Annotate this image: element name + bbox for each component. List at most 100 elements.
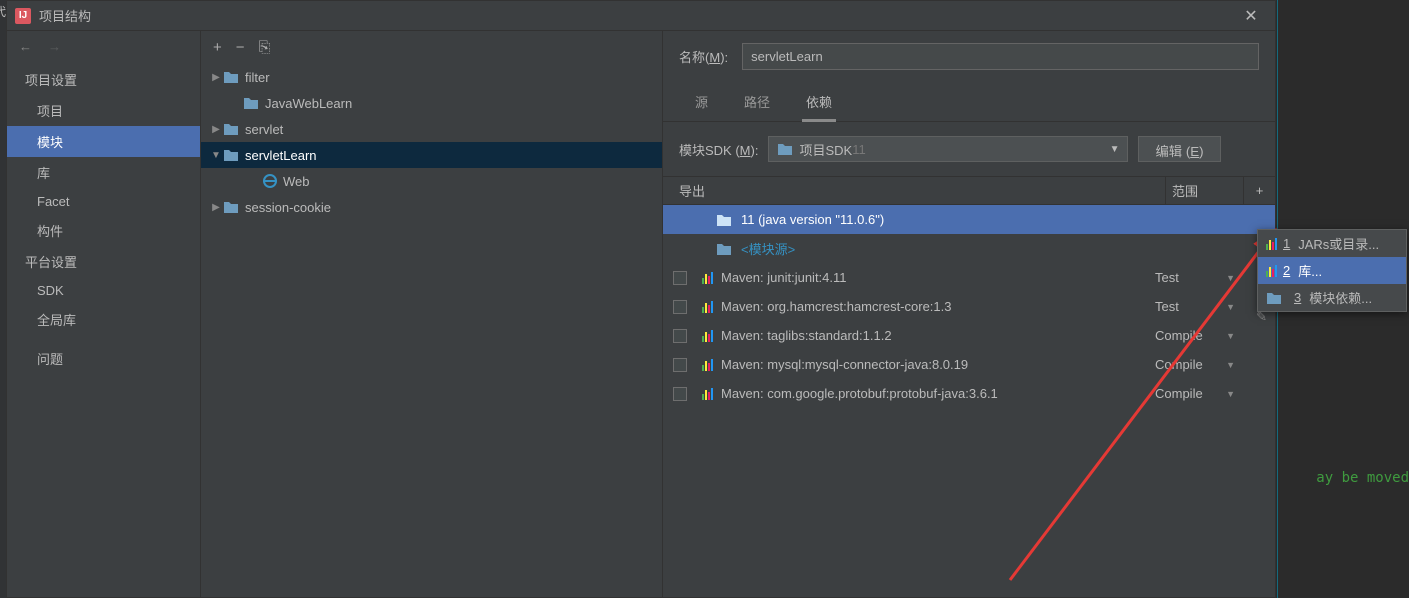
add-module-icon[interactable]: + <box>213 39 222 56</box>
library-icon <box>1266 238 1277 250</box>
remove-module-icon[interactable]: − <box>236 39 245 56</box>
popup-item-JARs或目录[interactable]: 1 JARs或目录... <box>1258 230 1406 257</box>
dependency-scope[interactable]: Test▼ <box>1155 270 1243 285</box>
titlebar-title: 项目结构 <box>39 6 1235 25</box>
sidebar-item-artifacts[interactable]: 构件 <box>7 215 200 246</box>
dependency-scope[interactable]: Compile▼ <box>1155 386 1243 401</box>
sidebar-item-libraries[interactable]: 库 <box>7 157 200 188</box>
folder-icon <box>1266 291 1282 305</box>
library-icon <box>1266 265 1277 277</box>
tab-sources[interactable]: 源 <box>691 84 712 121</box>
export-checkbox[interactable] <box>673 358 687 372</box>
dependency-row[interactable]: <模块源> <box>663 234 1275 263</box>
popup-item-label: JARs或目录... <box>1298 234 1379 253</box>
sidebar-item-problems[interactable]: 问题 <box>7 343 200 374</box>
chevron-down-icon: ▼ <box>1226 302 1235 312</box>
tree-item-label: servletLearn <box>245 148 317 163</box>
sidebar-item-modules[interactable]: 模块 <box>7 126 200 157</box>
library-icon <box>702 272 713 284</box>
folder-icon <box>223 148 239 162</box>
dependency-row[interactable]: Maven: org.hamcrest:hamcrest-core:1.3Tes… <box>663 292 1275 321</box>
popup-item-库[interactable]: 2库... <box>1258 257 1406 284</box>
module-sdk-select[interactable]: 项目SDK 11 ▼ <box>768 136 1128 162</box>
sidebar-item-global-libs[interactable]: 全局库 <box>7 304 200 335</box>
tree-item-label: filter <box>245 70 270 85</box>
add-dependency-button[interactable]: + <box>1243 177 1275 204</box>
folder-icon <box>716 213 732 227</box>
sidebar-item-project[interactable]: 项目 <box>7 95 200 126</box>
folder-icon <box>243 96 259 110</box>
folder-icon <box>223 70 239 84</box>
export-checkbox[interactable] <box>673 300 687 314</box>
library-icon <box>702 330 713 342</box>
dependency-scope[interactable]: Compile▼ <box>1155 328 1243 343</box>
tab-dependencies[interactable]: 依赖 <box>802 84 836 122</box>
dependency-row[interactable]: Maven: mysql:mysql-connector-java:8.0.19… <box>663 350 1275 379</box>
chevron-down-icon: ▼ <box>1226 331 1235 341</box>
tree-row-session-cookie[interactable]: ▶ session-cookie <box>201 194 662 220</box>
folder-icon <box>777 142 793 156</box>
project-structure-dialog: IJ 项目结构 ✕ ← → 项目设置 项目 模块 库 Facet 构件 平台设置… <box>6 0 1276 598</box>
dependency-row[interactable]: 11 (java version "11.0.6") <box>663 205 1275 234</box>
edit-sdk-button[interactable]: 编辑 (E) <box>1138 136 1220 162</box>
export-checkbox[interactable] <box>673 271 687 285</box>
nav-forward-icon: → <box>44 37 65 56</box>
tree-row-servletlearn[interactable]: ▼ servletLearn <box>201 142 662 168</box>
export-checkbox[interactable] <box>673 387 687 401</box>
tree-arrow-icon[interactable]: ▶ <box>209 72 223 83</box>
tree-row-filter[interactable]: ▶ filter <box>201 64 662 90</box>
dependency-name: 11 (java version "11.0.6") <box>737 212 1155 227</box>
export-checkbox[interactable] <box>673 329 687 343</box>
tree-toolbar: + − ⎘ <box>201 31 662 64</box>
tree-item-label: JavaWebLearn <box>265 96 352 111</box>
sidebar-heading-project: 项目设置 <box>7 64 200 95</box>
tree-item-label: Web <box>283 174 310 189</box>
nav-back-icon[interactable]: ← <box>15 37 36 56</box>
add-dependency-popup: 1 JARs或目录... 2库...3模块依赖... <box>1257 229 1407 312</box>
dependency-row[interactable]: Maven: junit:junit:4.11Test▼ <box>663 263 1275 292</box>
module-detail-panel: 名称(M): 源 路径 依赖 模块SDK (M): 项目SDK 11 ▼ 编辑 … <box>663 31 1275 597</box>
chevron-down-icon: ▼ <box>1110 144 1120 155</box>
folder-icon <box>223 200 239 214</box>
module-tabs: 源 路径 依赖 <box>663 84 1275 122</box>
sidebar-item-sdks[interactable]: SDK <box>7 277 200 304</box>
module-tree-panel: + − ⎘ ▶filter▶JavaWebLearn▶servlet▼servl… <box>201 31 663 597</box>
close-icon[interactable]: ✕ <box>1235 6 1267 26</box>
library-icon <box>702 359 713 371</box>
chevron-down-icon: ▼ <box>1226 389 1235 399</box>
sidebar-item-facets[interactable]: Facet <box>7 188 200 215</box>
tree-row-javaweblearn[interactable]: ▶JavaWebLearn <box>201 90 662 116</box>
col-export-header: 导出 <box>663 181 1165 200</box>
library-icon <box>702 301 713 313</box>
popup-item-模块依赖[interactable]: 3模块依赖... <box>1258 284 1406 311</box>
dependency-scope[interactable]: Test▼ <box>1155 299 1243 314</box>
titlebar: IJ 项目结构 ✕ <box>7 1 1275 31</box>
dependency-row[interactable]: Maven: taglibs:standard:1.1.2Compile▼ <box>663 321 1275 350</box>
module-name-input[interactable] <box>742 43 1259 70</box>
dependency-scope[interactable]: Compile▼ <box>1155 357 1243 372</box>
tree-arrow-icon[interactable]: ▶ <box>209 202 223 213</box>
editor-background-text: ay be moved <box>1316 470 1409 486</box>
tree-row-web[interactable]: ▶Web <box>201 168 662 194</box>
tree-item-label: servlet <box>245 122 283 137</box>
popup-mnemonic: 1 <box>1283 236 1290 251</box>
dependency-row[interactable]: Maven: com.google.protobuf:protobuf-java… <box>663 379 1275 408</box>
dependency-name: Maven: mysql:mysql-connector-java:8.0.19 <box>717 357 1155 372</box>
tree-arrow-icon[interactable]: ▶ <box>209 124 223 135</box>
popup-item-label: 库... <box>1298 261 1322 280</box>
col-scope-header: 范围 <box>1165 177 1243 204</box>
tree-item-label: session-cookie <box>245 200 331 215</box>
dependency-name: Maven: junit:junit:4.11 <box>717 270 1155 285</box>
tree-arrow-icon[interactable]: ▼ <box>209 150 223 161</box>
popup-item-label: 模块依赖... <box>1309 288 1372 307</box>
tab-paths[interactable]: 路径 <box>740 84 774 121</box>
sidebar-heading-platform: 平台设置 <box>7 246 200 277</box>
tree-row-servlet[interactable]: ▶ servlet <box>201 116 662 142</box>
dependency-name: Maven: org.hamcrest:hamcrest-core:1.3 <box>717 299 1155 314</box>
name-label: 名称(M): <box>679 47 728 66</box>
copy-module-icon[interactable]: ⎘ <box>259 39 271 56</box>
dependency-name: <模块源> <box>737 239 1155 258</box>
web-icon <box>263 174 277 188</box>
folder-icon <box>223 122 239 136</box>
app-icon: IJ <box>15 8 31 24</box>
